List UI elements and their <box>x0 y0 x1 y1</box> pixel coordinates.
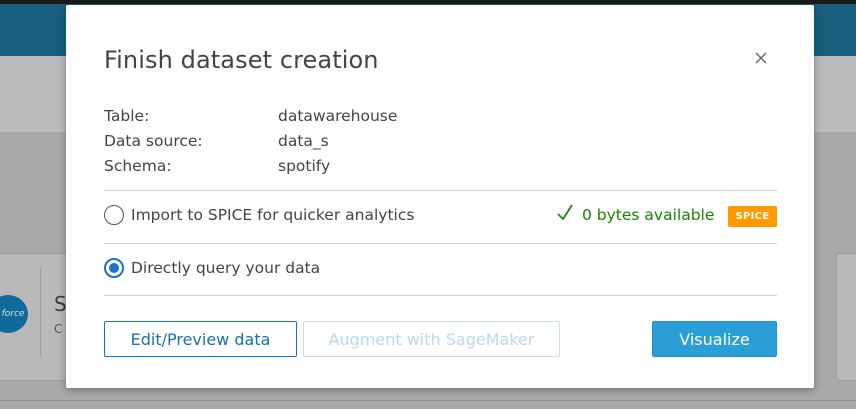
spice-option-label: Import to SPICE for quicker analytics <box>131 206 415 224</box>
direct-query-radio[interactable] <box>104 258 124 278</box>
close-button[interactable] <box>750 47 772 69</box>
schema-label: Schema: <box>104 157 172 175</box>
spice-badge: SPICE <box>728 206 777 227</box>
data-source-label: Data source: <box>104 132 203 150</box>
direct-query-option[interactable]: Directly query your data <box>104 258 777 284</box>
background-divider <box>0 400 856 401</box>
finish-dataset-modal: Finish dataset creation Table: datawareh… <box>66 5 814 388</box>
divider <box>104 243 777 244</box>
divider <box>104 295 777 296</box>
table-label: Table: <box>104 107 150 125</box>
card-title: S <box>54 292 67 316</box>
card-divider <box>40 268 41 356</box>
direct-query-label: Directly query your data <box>131 259 321 277</box>
close-icon <box>755 52 767 64</box>
visualize-button[interactable]: Visualize <box>652 321 777 357</box>
datasource-card-right <box>836 253 856 381</box>
table-value: datawarehouse <box>278 107 398 125</box>
spice-capacity: 0 bytes available <box>582 206 715 224</box>
spice-option[interactable]: Import to SPICE for quicker analytics 0 … <box>104 204 777 231</box>
data-source-value: data_s <box>278 132 329 150</box>
card-subtitle: C <box>54 322 63 336</box>
check-icon <box>557 204 573 221</box>
edit-preview-button[interactable]: Edit/Preview data <box>104 321 297 357</box>
modal-title: Finish dataset creation <box>104 46 379 74</box>
augment-sagemaker-button: Augment with SageMaker <box>303 321 560 357</box>
schema-value: spotify <box>278 157 331 175</box>
divider <box>104 190 777 191</box>
spice-radio[interactable] <box>104 205 124 225</box>
